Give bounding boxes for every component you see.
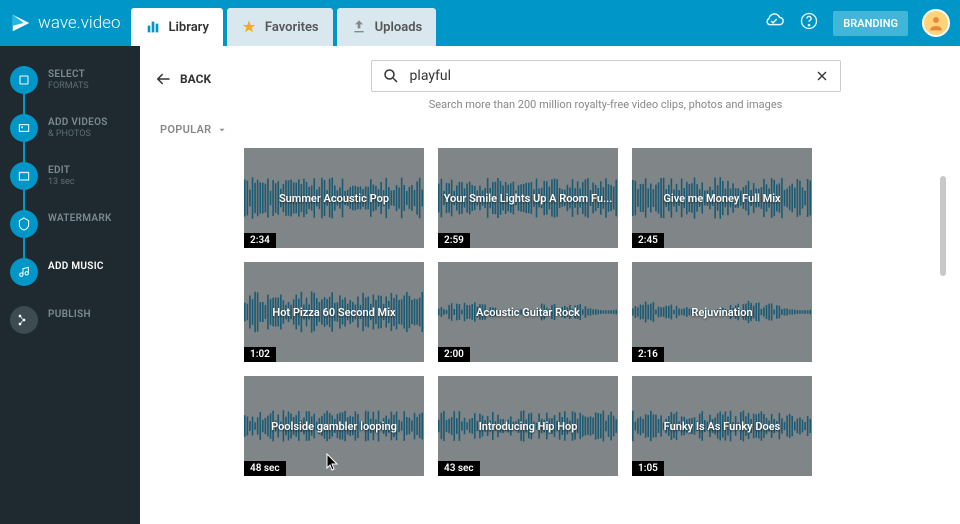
app-body: SELECTFORMATSADD VIDEOS& PHOTOSEDIT13 se…: [0, 46, 960, 524]
topbar: BACK Search more than 200 million royalt…: [140, 46, 960, 117]
brand-logo[interactable]: wave.video: [10, 12, 121, 34]
header-right: BRANDING: [763, 9, 950, 37]
track-duration: 1:05: [632, 461, 664, 476]
step-icon: [10, 162, 38, 190]
header-tabs: Library Favorites Uploads: [131, 0, 437, 46]
chevron-down-icon: [217, 125, 227, 135]
filter-dropdown[interactable]: POPULAR: [140, 117, 960, 148]
track-card[interactable]: Funky Is As Funky Does1:05: [632, 376, 812, 476]
step-icon: [10, 114, 38, 142]
back-label: BACK: [180, 72, 211, 86]
avatar[interactable]: [922, 9, 950, 37]
search-box[interactable]: [371, 60, 841, 92]
step-select[interactable]: SELECTFORMATS: [0, 56, 140, 104]
cloud-sync-icon[interactable]: [763, 10, 785, 36]
main-panel: BACK Search more than 200 million royalt…: [140, 46, 960, 524]
step-sub: 13 sec: [48, 177, 74, 189]
step-add-videos[interactable]: ADD VIDEOS& PHOTOS: [0, 104, 140, 152]
uploads-tab-icon: [351, 19, 367, 35]
app-header: wave.video Library Favorites Uploads BRAND…: [0, 0, 960, 46]
clear-search-icon[interactable]: [814, 68, 830, 84]
track-card[interactable]: Introducing Hip Hop43 sec: [438, 376, 618, 476]
step-add-music[interactable]: ADD MUSIC: [0, 248, 140, 296]
step-publish[interactable]: PUBLISH: [0, 296, 140, 344]
brand-text: wave.video: [38, 13, 121, 33]
step-icon: [10, 306, 38, 334]
search-area: Search more than 200 million royalty-fre…: [371, 60, 841, 111]
tab-label: Uploads: [375, 20, 423, 35]
logo-icon: [10, 12, 32, 34]
track-card[interactable]: Your Smile Lights Up A Room Fu...2:59: [438, 148, 618, 248]
step-sub: FORMATS: [48, 81, 89, 93]
sidebar: SELECTFORMATSADD VIDEOS& PHOTOSEDIT13 se…: [0, 46, 140, 524]
step-edit[interactable]: EDIT13 sec: [0, 152, 140, 200]
track-duration: 2:59: [438, 233, 470, 248]
track-card[interactable]: Hot Pizza 60 Second Mix1:02: [244, 262, 424, 362]
step-title: WATERMARK: [48, 212, 112, 225]
tab-library[interactable]: Library: [131, 8, 223, 46]
tab-label: Library: [169, 20, 209, 35]
step-title: ADD VIDEOS: [48, 116, 108, 129]
track-card[interactable]: Give me Money Full Mix2:45: [632, 148, 812, 248]
search-hint: Search more than 200 million royalty-fre…: [371, 98, 841, 111]
track-duration: 2:00: [438, 347, 470, 362]
back-button[interactable]: BACK: [154, 70, 211, 88]
track-duration: 2:45: [632, 233, 664, 248]
tab-label: Favorites: [265, 20, 319, 35]
track-duration: 2:16: [632, 347, 664, 362]
search-icon: [382, 67, 400, 85]
track-duration: 1:02: [244, 347, 276, 362]
track-card[interactable]: Acoustic Guitar Rock2:00: [438, 262, 618, 362]
step-title: ADD MUSIC: [48, 260, 104, 273]
track-duration: 43 sec: [438, 461, 480, 476]
track-duration: 48 sec: [244, 461, 286, 476]
track-card[interactable]: Rejuvination2:16: [632, 262, 812, 362]
results-grid: Summer Acoustic Pop2:34Your Smile Lights…: [244, 148, 940, 476]
step-sub: & PHOTOS: [48, 129, 108, 141]
tab-favorites[interactable]: Favorites: [227, 8, 333, 46]
filter-label: POPULAR: [160, 123, 211, 136]
branding-button[interactable]: BRANDING: [833, 11, 908, 36]
track-card[interactable]: Poolside gambler looping48 sec: [244, 376, 424, 476]
track-duration: 2:34: [244, 233, 276, 248]
step-icon: [10, 258, 38, 286]
step-icon: [10, 66, 38, 94]
step-title: SELECT: [48, 68, 89, 81]
arrow-left-icon: [154, 70, 172, 88]
library-tab-icon: [145, 19, 161, 35]
help-icon[interactable]: [799, 11, 819, 35]
step-title: EDIT: [48, 164, 74, 177]
track-card[interactable]: Summer Acoustic Pop2:34: [244, 148, 424, 248]
step-icon: [10, 210, 38, 238]
results-area: Summer Acoustic Pop2:34Your Smile Lights…: [140, 148, 960, 524]
step-title: PUBLISH: [48, 308, 91, 321]
search-input[interactable]: [410, 68, 804, 84]
scrollbar[interactable]: [940, 176, 946, 276]
step-watermark[interactable]: WATERMARK: [0, 200, 140, 248]
favorites-tab-icon: [241, 19, 257, 35]
tab-uploads[interactable]: Uploads: [337, 8, 437, 46]
